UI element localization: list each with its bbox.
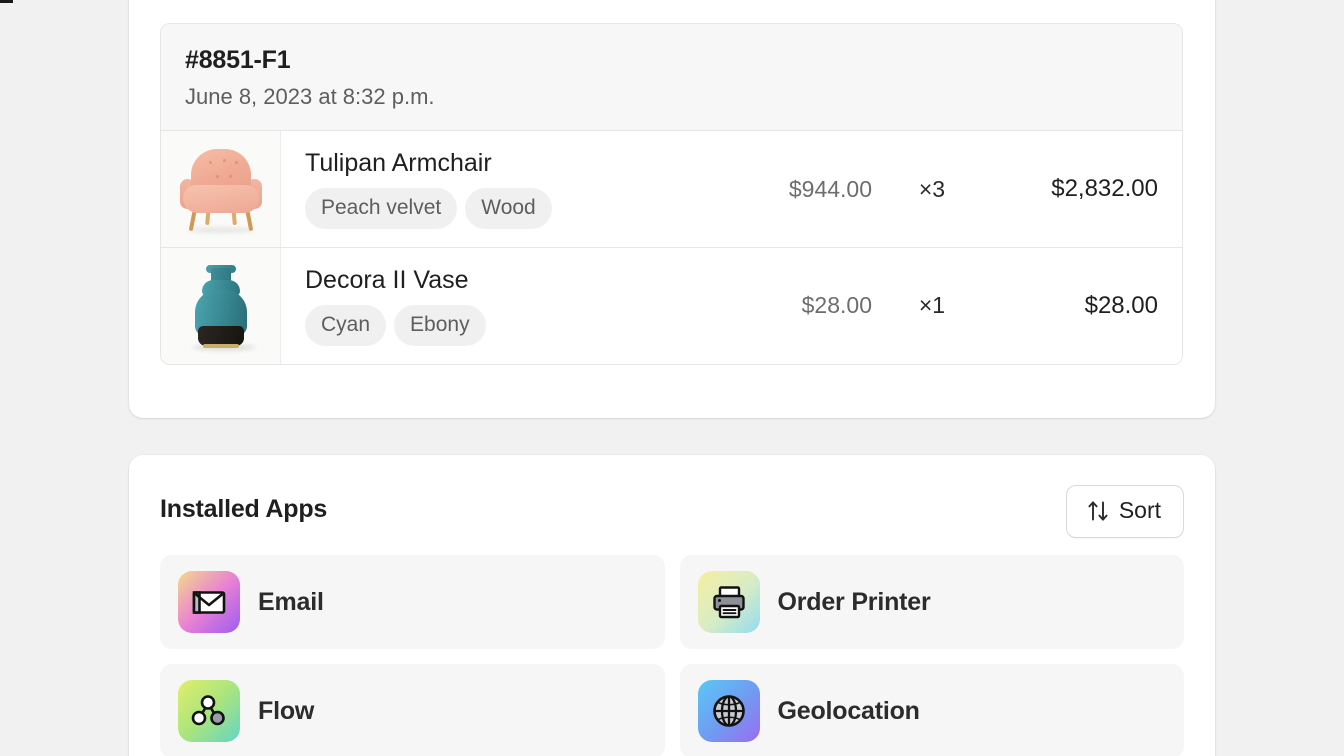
quantity: ×3 — [918, 175, 946, 202]
envelope-icon — [178, 571, 240, 633]
order-timestamp: June 8, 2023 at 8:32 p.m. — [185, 83, 435, 109]
vase-thumbnail — [175, 260, 267, 352]
product-title: Tulipan Armchair — [305, 149, 492, 178]
variant-tag-list: Cyan Ebony — [305, 304, 692, 346]
chair-seat-icon — [182, 185, 259, 214]
installed-apps-header: Installed Apps Sort — [160, 485, 1184, 538]
vase-base-icon — [197, 325, 244, 346]
app-label: Flow — [258, 696, 315, 725]
variant-tag: Cyan — [305, 304, 387, 346]
armchair-thumbnail — [175, 143, 267, 235]
variant-tag: Wood — [465, 187, 552, 229]
order-number: #8851-F1 — [185, 46, 291, 74]
sort-button-label: Sort — [1118, 497, 1161, 523]
table-row[interactable]: Decora II Vase Cyan Ebony $28.00 ×1 $28.… — [161, 247, 1182, 364]
app-label: Order Printer — [777, 587, 931, 616]
product-info-cell: Decora II Vase Cyan Ebony — [281, 248, 702, 364]
unit-price: $944.00 — [788, 175, 872, 202]
globe-icon — [697, 680, 760, 742]
table-row[interactable]: Tulipan Armchair Peach velvet Wood $944.… — [161, 131, 1182, 248]
product-thumbnail-cell — [161, 247, 281, 364]
product-info-cell: Tulipan Armchair Peach velvet Wood — [281, 131, 702, 247]
app-tile-email[interactable]: Email — [160, 555, 665, 649]
thumbnail-shadow — [186, 227, 255, 234]
product-thumbnail-cell — [161, 131, 281, 247]
quantity: ×1 — [918, 292, 946, 319]
order-summary-box: #8851-F1 June 8, 2023 at 8:32 p.m. Tulip… — [160, 23, 1183, 365]
line-total: $2,832.00 — [1051, 175, 1158, 203]
app-label: Geolocation — [777, 696, 920, 725]
product-title: Decora II Vase — [305, 265, 469, 294]
sort-button[interactable]: Sort — [1065, 485, 1184, 538]
app-tile-order-printer[interactable]: Order Printer — [679, 555, 1184, 649]
page-root: #8851-F1 June 8, 2023 at 8:32 p.m. Tulip… — [0, 0, 1344, 756]
unit-price: $28.00 — [801, 292, 872, 319]
sort-arrows-icon — [1088, 500, 1108, 521]
vase-foot-icon — [202, 343, 239, 348]
installed-apps-grid: Email Order Printer Flow Geolocation — [160, 555, 1184, 756]
variant-tag: Peach velvet — [305, 187, 458, 229]
order-card: #8851-F1 June 8, 2023 at 8:32 p.m. Tulip… — [129, 0, 1215, 418]
variant-tag-list: Peach velvet Wood — [305, 187, 692, 229]
nodes-icon — [178, 680, 240, 742]
order-header: #8851-F1 June 8, 2023 at 8:32 p.m. — [161, 24, 1182, 132]
window-edge-marker — [0, 0, 13, 3]
app-tile-flow[interactable]: Flow — [160, 664, 665, 756]
variant-tag: Ebony — [394, 304, 486, 346]
app-label: Email — [258, 587, 324, 616]
line-total: $28.00 — [1084, 291, 1158, 319]
app-tile-geolocation[interactable]: Geolocation — [679, 664, 1184, 756]
page-title: Installed Apps — [160, 495, 328, 523]
installed-apps-card: Installed Apps Sort Email Order Printer … — [129, 455, 1215, 756]
printer-icon — [697, 571, 760, 633]
